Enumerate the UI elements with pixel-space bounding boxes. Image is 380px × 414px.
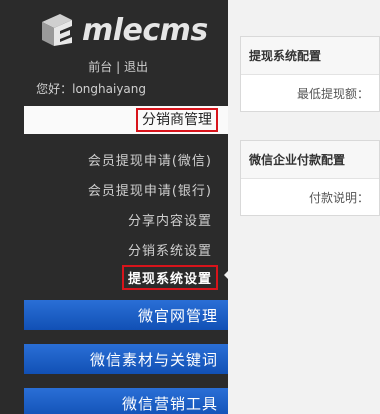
top-links: 前台 | 退出 [88,58,148,75]
panel-title: 微信企业付款配置 [241,141,379,179]
link-separator: | [116,60,121,74]
sidebar-item-withdraw-settings[interactable]: 提现系统设置 [121,265,218,290]
sidebar-group-label: 分销商管理 [136,108,218,132]
sidebar-item-share-settings[interactable]: 分享内容设置 [128,210,212,229]
menu-marketing-tools[interactable]: 微信营销工具 [24,388,228,414]
front-link[interactable]: 前台 [88,58,112,75]
panel-title: 提现系统配置 [241,37,379,75]
logo[interactable]: mlecms [38,10,208,50]
min-withdraw-label: 最低提现额： [296,86,369,101]
sidebar-group-distributor[interactable]: 分销商管理 [24,106,228,134]
menu-microsite[interactable]: 微官网管理 [24,300,228,330]
active-item-caret [224,268,231,282]
logout-link[interactable]: 退出 [124,58,148,75]
user-greeting: 您好：longhaiyang [36,82,146,96]
menu-wechat-materials[interactable]: 微信素材与关键词 [24,344,228,374]
brand-name: mlecms [82,12,208,48]
sidebar-item-withdraw-wechat[interactable]: 会员提现申请(微信) [88,150,212,169]
sidebar-item-withdraw-bank[interactable]: 会员提现申请(银行) [88,180,212,199]
sidebar-item-distribution-settings[interactable]: 分销系统设置 [128,240,212,259]
panel-enterprise-payment-config: 微信企业付款配置 付款说明： [240,140,380,216]
mlecms-logo-icon [42,14,72,46]
sidebar: mlecms 前台 | 退出 您好：longhaiyang 分销商管理 会员提现… [0,0,228,414]
panel-withdraw-config: 提现系统配置 最低提现额： [240,36,380,112]
payment-note-label: 付款说明： [308,190,369,205]
